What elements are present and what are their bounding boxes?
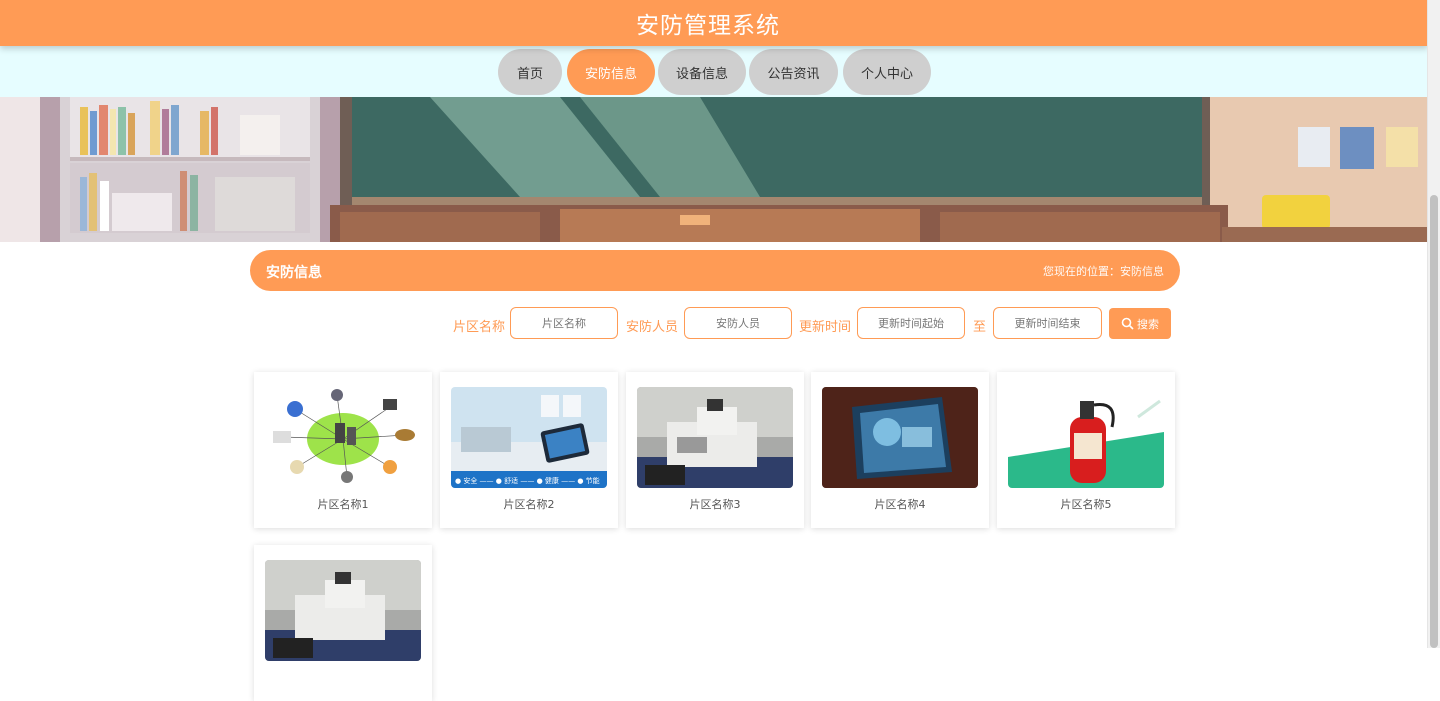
search-icon bbox=[1121, 317, 1134, 330]
breadcrumb: 您现在的位置：安防信息 bbox=[1043, 265, 1164, 278]
page-scrollbar[interactable] bbox=[1427, 0, 1440, 648]
scrollbar-thumb[interactable] bbox=[1430, 195, 1438, 648]
lab-equipment-image bbox=[637, 387, 793, 488]
search-button[interactable]: 搜索 bbox=[1109, 308, 1171, 339]
section-title: 安防信息 bbox=[266, 265, 322, 281]
card-name: 片区名称3 bbox=[689, 498, 741, 511]
zone-card[interactable]: 片区名称5 bbox=[997, 372, 1175, 528]
lab-equipment-image bbox=[265, 560, 421, 661]
svg-text:● 安全 —— ● 舒适 —— ● 健康 —— ● 节能: ● 安全 —— ● 舒适 —— ● 健康 —— ● 节能 bbox=[455, 476, 600, 485]
card-name: 片区名称5 bbox=[1060, 498, 1112, 511]
digital-display-image bbox=[822, 387, 978, 488]
zone-card[interactable]: ● 安全 —— ● 舒适 —— ● 健康 —— ● 节能 片区名称2 bbox=[440, 372, 618, 528]
zone-card[interactable]: 片区名称1 bbox=[254, 372, 432, 528]
nav-item-personal-center[interactable]: 个人中心 bbox=[843, 49, 931, 95]
nav-item-security-info[interactable]: 安防信息 bbox=[567, 49, 655, 95]
zone-name-label: 片区名称 bbox=[453, 320, 506, 335]
update-time-label: 更新时间 bbox=[799, 320, 852, 335]
search-button-label: 搜索 bbox=[1137, 317, 1159, 331]
time-end-input[interactable] bbox=[993, 307, 1102, 339]
time-start-input[interactable] bbox=[857, 307, 965, 339]
card-name: 片区名称1 bbox=[317, 498, 369, 511]
card-name: 片区名称4 bbox=[874, 498, 926, 511]
top-header: 安防管理系统 bbox=[0, 0, 1428, 46]
site-title: 安防管理系统 bbox=[636, 13, 780, 39]
smart-home-tablet-image: ● 安全 —— ● 舒适 —— ● 健康 —— ● 节能 bbox=[451, 387, 607, 488]
nav-item-home[interactable]: 首页 bbox=[498, 49, 562, 95]
zone-name-input[interactable] bbox=[510, 307, 618, 339]
security-network-diagram-image bbox=[265, 387, 421, 488]
nav-item-device-info[interactable]: 设备信息 bbox=[658, 49, 746, 95]
staff-label: 安防人员 bbox=[626, 320, 679, 335]
zone-card[interactable] bbox=[254, 545, 432, 701]
to-label: 至 bbox=[973, 320, 987, 335]
staff-input[interactable] bbox=[684, 307, 792, 339]
fire-extinguisher-image bbox=[1008, 387, 1164, 488]
banner-image bbox=[0, 97, 1428, 242]
card-name: 片区名称2 bbox=[503, 498, 555, 511]
zone-card[interactable]: 片区名称4 bbox=[811, 372, 989, 528]
main-nav: 首页 安防信息 设备信息 公告资讯 个人中心 bbox=[0, 46, 1428, 97]
zone-card[interactable]: 片区名称3 bbox=[626, 372, 804, 528]
section-header: 安防信息 您现在的位置：安防信息 bbox=[250, 250, 1180, 291]
nav-item-announcements[interactable]: 公告资讯 bbox=[749, 49, 838, 95]
